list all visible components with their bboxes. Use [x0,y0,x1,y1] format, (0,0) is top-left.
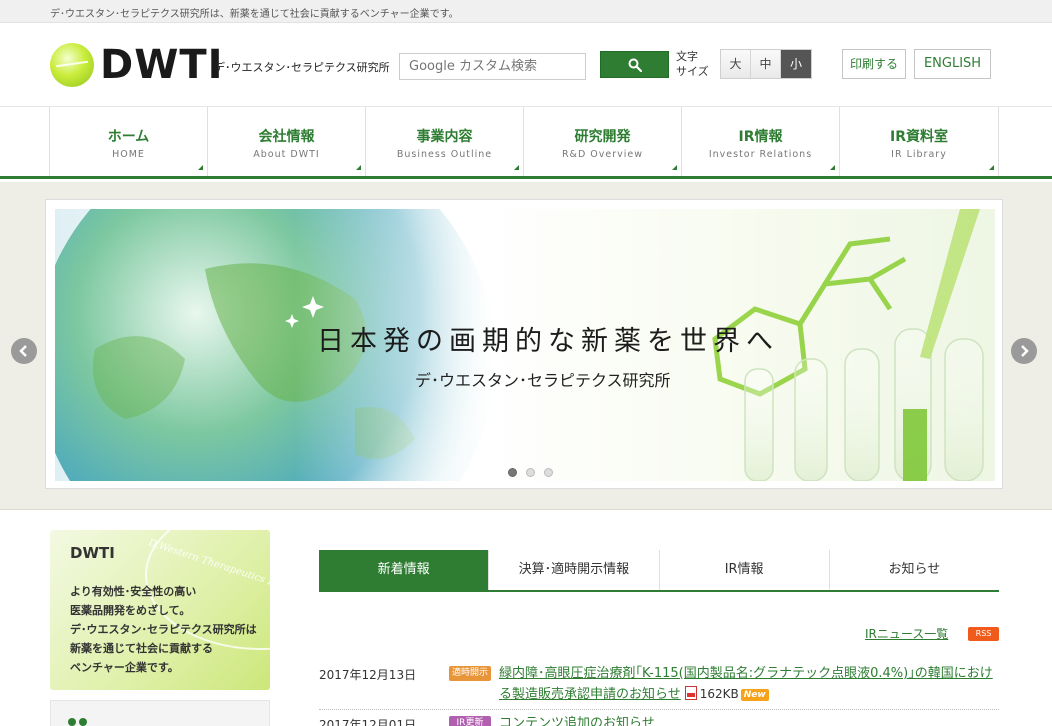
dots-icon [68,718,87,726]
logo-mark-icon[interactable] [50,43,94,87]
font-size-label-line1: 文字 [676,50,698,63]
slider-next-button[interactable] [1011,338,1037,364]
english-button[interactable]: ENGLISH [914,49,991,79]
news-file-size: 162KB [699,687,739,701]
nav-item-label: ホーム [107,129,150,145]
hero-subtitle: デ･ウエスタン･セラピテクス研究所 [415,371,671,390]
site-tagline: デ･ウエスタン･セラピテクス研究所は、新薬を通じて社会に貢献するベンチャー企業で… [50,9,459,20]
hero-slide-image[interactable]: 日本発の画期的な新薬を世界へ デ･ウエスタン･セラピテクス研究所 [55,209,995,481]
font-size-label-line2: サイズ [676,65,709,78]
news-title-link[interactable]: コンテンツ追加のお知らせ [499,716,655,726]
news-title: コンテンツ追加のお知らせ [499,714,995,726]
corner-triangle-icon [830,165,835,170]
nav-item-sublabel: HOME [112,149,145,160]
corner-triangle-icon [672,165,677,170]
corner-triangle-icon [514,165,519,170]
font-size-large-button[interactable]: 大 [721,50,751,78]
news-list: 2017年12月13日 適時開示 緑内障･高眼圧症治療剤｢K-115(国内製品名… [319,660,999,726]
nav-item-ir[interactable]: IR情報 Investor Relations [682,107,840,176]
nav-item-sublabel: R&D Overview [561,149,644,160]
logo-text[interactable]: DWTI [100,43,224,87]
hero-title: 日本発の画期的な新薬を世界へ [317,326,779,357]
font-size-label: 文字 サイズ [676,49,709,79]
about-text: より有効性･安全性の高い 医薬品開発をめざして。 デ･ウエスタン･セラピテクス研… [70,582,257,677]
news-category-badge: IR更新 [449,716,491,726]
search-icon [628,58,642,72]
about-line: ベンチャー企業です。 [70,661,179,674]
secondary-banner[interactable] [50,700,270,726]
nav-item-sublabel: Business Outline [396,149,493,160]
chevron-left-icon [19,345,27,357]
logo-company-name: デ･ウエスタン･セラピテクス研究所 [214,61,390,74]
nav-item-sublabel: About DWTI [253,149,320,160]
slider-dot-2[interactable] [526,468,535,477]
news-date: 2017年12月01日 [319,718,417,726]
nav-item-business[interactable]: 事業内容 Business Outline [366,107,524,176]
nav-item-label: IR資料室 [890,129,948,145]
news-item: 2017年12月13日 適時開示 緑内障･高眼圧症治療剤｢K-115(国内製品名… [319,660,999,710]
tab-ir[interactable]: IR情報 [659,550,830,590]
news-item: 2017年12月01日 IR更新 コンテンツ追加のお知らせ [319,710,999,726]
tab-latest[interactable]: 新着情報 [319,550,490,590]
font-size-small-button[interactable]: 小 [781,50,811,78]
nav-item-label: 研究開発 [574,129,631,145]
hero-slider: 日本発の画期的な新薬を世界へ デ･ウエスタン･セラピテクス研究所 [45,199,1003,489]
news-title: 緑内障･高眼圧症治療剤｢K-115(国内製品名:グラナテック点眼液0.4%)｣の… [499,664,995,705]
tab-disclosure[interactable]: 決算･適時開示情報 [489,550,660,590]
pdf-icon [684,686,697,700]
nav-item-about[interactable]: 会社情報 About DWTI [208,107,366,176]
about-line: より有効性･安全性の高い [70,585,197,598]
nav-item-home[interactable]: ホーム HOME [50,107,208,176]
global-nav: ホーム HOME 会社情報 About DWTI 事業内容 Business O… [0,107,1052,179]
top-info-bar: デ･ウエスタン･セラピテクス研究所は、新薬を通じて社会に貢献するベンチャー企業で… [0,0,1052,23]
news-date: 2017年12月13日 [319,668,417,682]
font-size-switcher: 大 中 小 [720,49,812,79]
about-line: 新薬を通じて社会に貢献する [70,642,213,655]
search-button[interactable] [600,51,669,78]
hero-section: 日本発の画期的な新薬を世界へ デ･ウエスタン･セラピテクス研究所 [0,182,1052,510]
nav-item-rd[interactable]: 研究開発 R&D Overview [524,107,682,176]
nav-item-sublabel: Investor Relations [708,149,813,160]
slider-dot-3[interactable] [544,468,553,477]
news-category-badge: 適時開示 [449,666,491,681]
about-line: 医薬品開発をめざして。 [70,604,191,617]
ir-news-list-link[interactable]: IRニュース一覧 [865,625,948,642]
nav-item-ir-library[interactable]: IR資料室 IR Library [840,107,999,176]
nav-item-label: 事業内容 [416,129,473,145]
news-tabs: 新着情報 決算･適時開示情報 IR情報 お知らせ [319,550,999,592]
rss-button[interactable]: RSS [968,627,999,641]
about-line: デ･ウエスタン･セラピテクス研究所は [70,623,257,636]
font-size-medium-button[interactable]: 中 [751,50,781,78]
slider-dot-1[interactable] [508,468,517,477]
slider-pagination [508,468,553,477]
corner-triangle-icon [198,165,203,170]
header: DWTI デ･ウエスタン･セラピテクス研究所 文字 サイズ 大 中 小 印刷する… [0,23,1052,107]
corner-triangle-icon [356,165,361,170]
nav-item-label: 会社情報 [258,129,315,145]
about-title: DWTI [70,544,115,562]
nav-item-label: IR情報 [738,129,783,145]
print-button[interactable]: 印刷する [842,49,906,79]
search-input[interactable] [399,53,586,80]
new-badge: New [740,689,769,701]
slider-prev-button[interactable] [11,338,37,364]
chevron-right-icon [1021,345,1029,357]
tab-notice[interactable]: お知らせ [829,550,999,590]
corner-triangle-icon [989,165,994,170]
nav-item-sublabel: IR Library [891,149,947,160]
about-banner[interactable]: D.Western Therapeutics Inst. DWTI より有効性･… [50,530,270,690]
